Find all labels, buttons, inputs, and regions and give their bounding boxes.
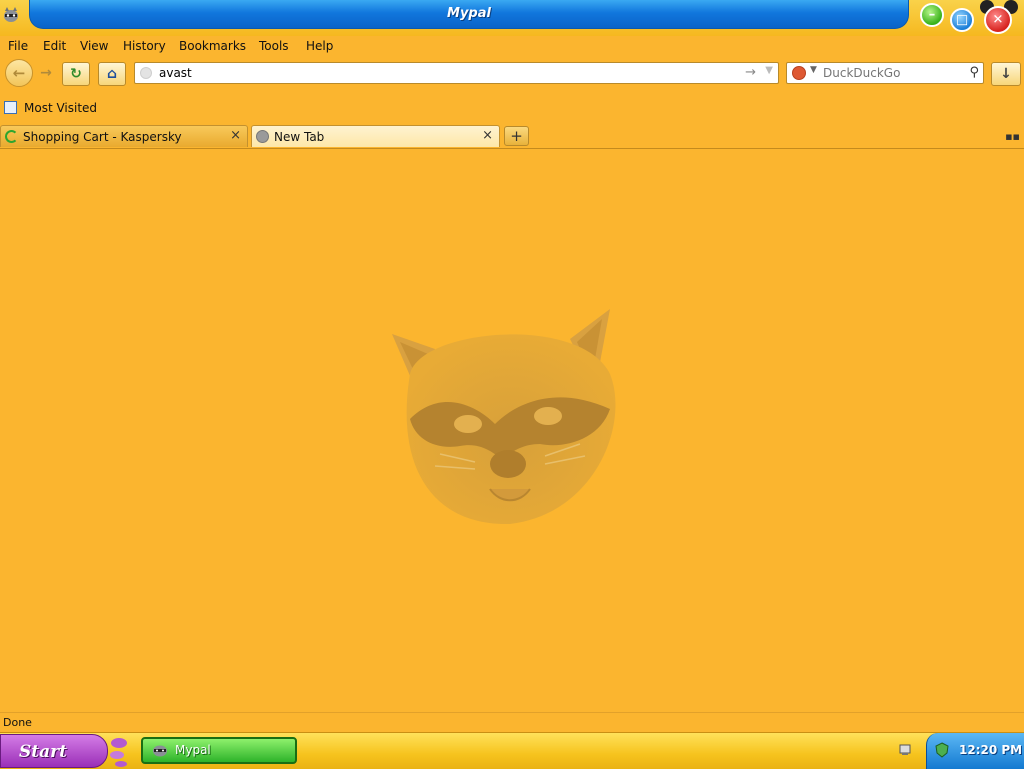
url-bar[interactable]: → ▼ [134, 62, 779, 84]
navigation-toolbar: ← → ↻ ⌂ → ▼ ▼ ⚲ ↓ [0, 58, 1024, 90]
page-content [0, 149, 1024, 712]
start-button[interactable]: Start [0, 734, 108, 768]
menu-bookmarks[interactable]: Bookmarks [179, 39, 246, 53]
window-title: Mypal [447, 6, 491, 21]
forward-button[interactable]: → [32, 62, 60, 86]
list-all-tabs-icon[interactable]: ▪▪ [1005, 130, 1020, 143]
clock-time: 12:20 PM [959, 743, 1023, 757]
start-label: Start [19, 742, 67, 762]
home-icon: ⌂ [106, 66, 118, 82]
search-input[interactable] [823, 65, 958, 81]
reload-icon: ↻ [70, 66, 82, 82]
forward-icon: → [40, 65, 52, 81]
status-bar: Done [0, 712, 1024, 733]
reload-button[interactable]: ↻ [62, 62, 90, 86]
tab-close-icon[interactable]: × [482, 128, 493, 143]
loading-spinner-icon [5, 130, 18, 143]
menu-history[interactable]: History [123, 39, 166, 53]
menu-edit[interactable]: Edit [43, 39, 66, 53]
start-decoration-icon [110, 738, 127, 767]
url-input[interactable] [159, 65, 719, 81]
search-icon[interactable]: ⚲ [969, 65, 979, 80]
minimize-button[interactable]: – [920, 3, 944, 27]
menu-file[interactable]: File [8, 39, 28, 53]
new-tab-button[interactable]: + [504, 126, 529, 146]
most-visited-bookmark[interactable]: Most Visited [24, 101, 97, 115]
menu-tools[interactable]: Tools [259, 39, 289, 53]
menu-bar: File Edit View History Bookmarks Tools H… [0, 36, 1024, 56]
close-button[interactable]: ✕ [984, 6, 1012, 34]
title-pill: Mypal [29, 0, 909, 29]
taskbar: Start Mypal 12:20 PM [0, 732, 1024, 769]
tab-bar: Shopping Cart - Kaspersky × New Tab × + … [0, 124, 1024, 149]
tray-shield-icon[interactable] [935, 742, 949, 758]
taskbar-item-mypal[interactable]: Mypal [141, 737, 297, 764]
title-bar: Mypal – □ ✕ [0, 0, 1024, 36]
home-button[interactable]: ⌂ [98, 62, 126, 86]
tab-label: New Tab [274, 130, 325, 144]
tab-label: Shopping Cart - Kaspersky [23, 130, 182, 144]
back-button[interactable]: ← [5, 59, 33, 87]
status-text: Done [3, 716, 32, 729]
engine-dropdown-icon[interactable]: ▼ [810, 65, 817, 75]
plus-icon: + [510, 127, 523, 145]
close-icon: ✕ [992, 12, 1004, 28]
back-icon: ← [12, 64, 26, 82]
network-tray-icon[interactable] [898, 743, 912, 757]
url-dropdown-icon[interactable]: ▼ [765, 65, 773, 76]
site-identity-icon[interactable] [140, 67, 152, 79]
menu-view[interactable]: View [80, 39, 108, 53]
menu-help[interactable]: Help [306, 39, 333, 53]
downloads-button[interactable]: ↓ [991, 62, 1021, 86]
go-arrow-icon[interactable]: → [745, 65, 756, 80]
maximize-icon: □ [955, 12, 969, 28]
raccoon-app-icon [153, 745, 167, 757]
duckduckgo-engine-icon[interactable] [792, 66, 806, 80]
bookmarks-toolbar: Most Visited [0, 98, 1024, 118]
most-visited-icon [4, 101, 17, 114]
tab-new-tab[interactable]: New Tab × [251, 125, 500, 147]
clock[interactable]: 12:20 PM [926, 733, 1024, 769]
search-bar[interactable]: ▼ ⚲ [786, 62, 984, 84]
taskbar-item-label: Mypal [175, 743, 211, 757]
maximize-button[interactable]: □ [950, 8, 974, 32]
tab-close-icon[interactable]: × [230, 128, 241, 143]
download-arrow-icon: ↓ [1000, 66, 1012, 82]
tab-shopping-cart[interactable]: Shopping Cart - Kaspersky × [0, 125, 248, 147]
raccoon-watermark-image [392, 309, 616, 525]
globe-icon [256, 130, 269, 143]
minimize-icon: – [928, 7, 936, 23]
raccoon-app-icon[interactable] [2, 6, 20, 24]
